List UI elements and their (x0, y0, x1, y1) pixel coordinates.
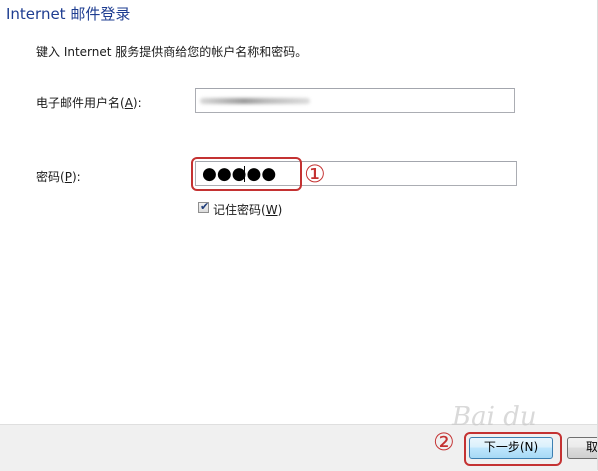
annotation-box-password (191, 157, 302, 191)
password-label: 密码(P): (36, 168, 81, 185)
annotation-step-1: ① (304, 160, 326, 188)
cancel-button[interactable]: 取 (567, 437, 598, 459)
next-button[interactable]: 下一步(N) (469, 437, 553, 459)
username-label-suffix: ): (132, 96, 142, 110)
annotation-step-2: ② (433, 428, 455, 456)
password-label-suffix: ): (71, 170, 81, 184)
username-input[interactable] (195, 88, 515, 113)
watermark: Bai du (452, 402, 537, 432)
password-label-accel: P (64, 170, 72, 184)
username-label-prefix: 电子邮件用户名( (36, 96, 125, 110)
remember-password-checkbox[interactable]: ✔ (198, 200, 210, 213)
dialog-title: Internet 邮件登录 (6, 5, 131, 23)
remember-label-prefix: 记住密码( (213, 203, 266, 217)
remember-password-label[interactable]: 记住密码(W) (213, 201, 282, 218)
username-label-accel: A (124, 96, 133, 110)
password-label-prefix: 密码( (36, 170, 65, 184)
dialog-description: 键入 Internet 服务提供商给您的帐户名称和密码。 (36, 45, 308, 59)
username-label: 电子邮件用户名(A): (36, 94, 142, 111)
remember-label-accel: W (265, 203, 278, 217)
username-blurred-value (200, 98, 310, 104)
remember-label-suffix: ) (277, 203, 283, 217)
checkmark-icon: ✔ (200, 200, 210, 213)
